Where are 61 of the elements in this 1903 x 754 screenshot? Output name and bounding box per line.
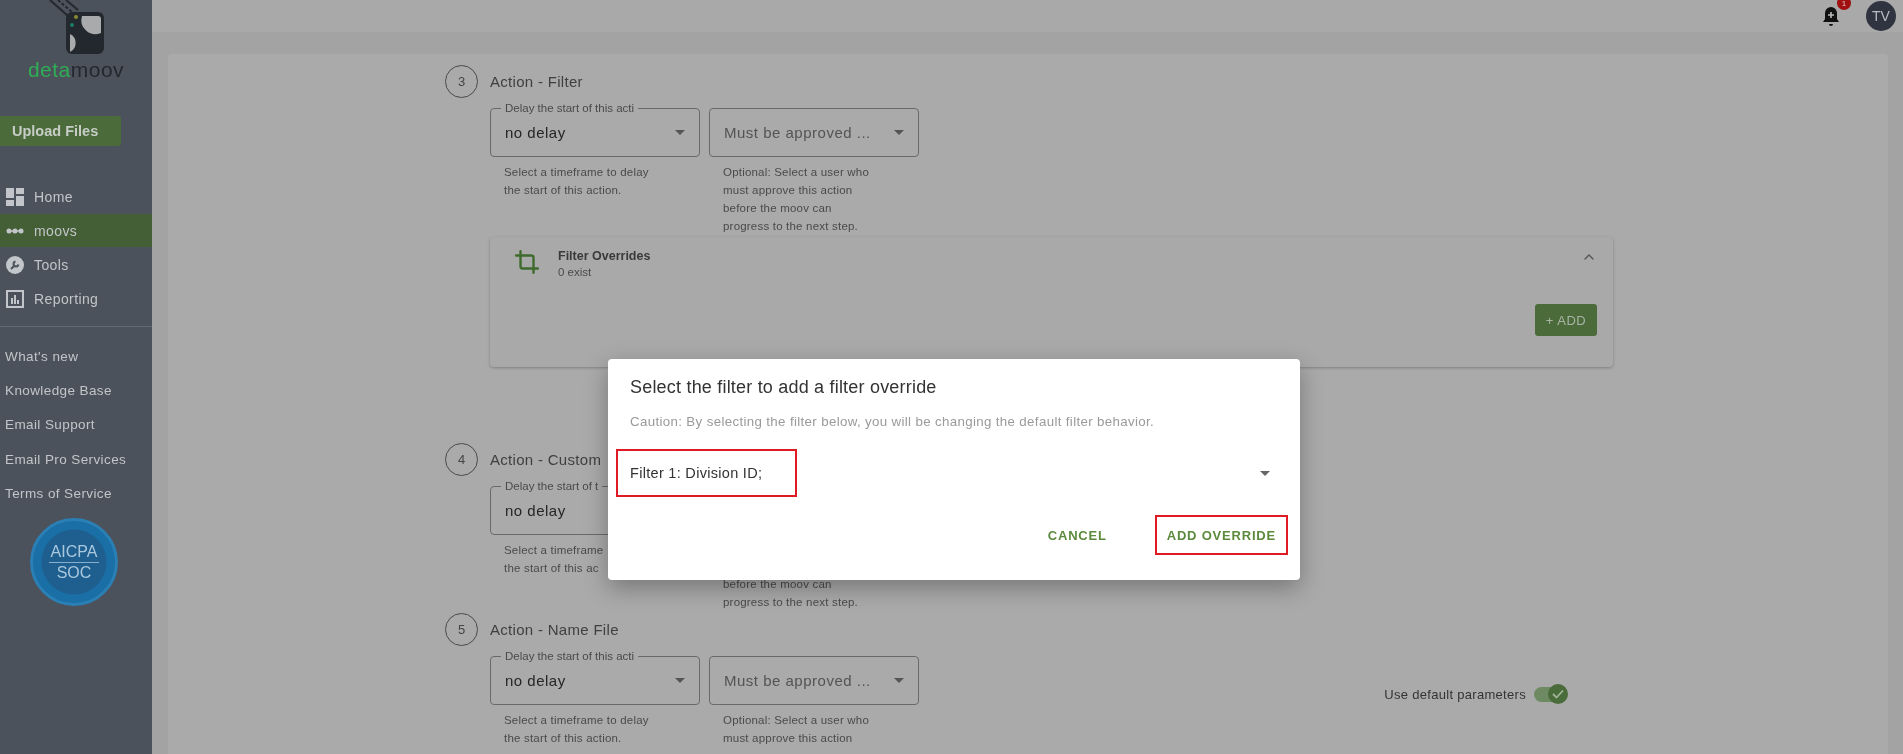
dialog-button[interactable]: ADD OVERRIDE — [1154, 515, 1288, 555]
helper-text: the start of this action. — [504, 731, 623, 746]
helper-text: the start of this action. — [504, 183, 623, 198]
sidebar-link[interactable]: Email Support — [0, 407, 152, 442]
caution-text: Caution: By selecting the filter below, you will be changing the default filter behavior. — [630, 414, 1156, 429]
helper-text: Select a timeframe to delay — [504, 713, 650, 728]
selected-filter: Filter 1: Division ID; — [616, 449, 797, 497]
bar-chart-icon — [6, 289, 24, 308]
helper-text: Select a timeframe to delay — [504, 165, 650, 180]
toggle-label: Use default parameters — [1384, 686, 1526, 702]
helper-text: before the moov can — [723, 577, 833, 592]
notification-count: 1 — [1837, 0, 1851, 10]
grid-icon — [6, 187, 24, 206]
helper-text: Select a timeframe — [504, 543, 605, 558]
sidebar-link[interactable]: Terms of Service — [0, 476, 152, 511]
dialog-button[interactable]: CANCEL — [1035, 515, 1119, 555]
upload-files-button[interactable]: Upload Files — [0, 116, 121, 146]
panel-title: Filter Overrides — [558, 249, 652, 263]
dropdown-arrow-icon — [675, 130, 685, 135]
nav-item[interactable]: moovs — [0, 214, 152, 247]
sidebar-link[interactable]: What's new — [0, 339, 152, 374]
helper-text: Optional: Select a user who — [723, 713, 871, 728]
helper-text: must approve this action — [723, 183, 854, 198]
dropdown-arrow-icon — [1260, 470, 1270, 476]
helper-text: progress to the next step. — [723, 219, 859, 234]
helper-text: the start of this ac — [504, 561, 600, 576]
nav-item[interactable]: Tools — [0, 248, 152, 281]
sidebar-link[interactable]: Knowledge Base — [0, 373, 152, 408]
sidebar-link[interactable]: Email Pro Services — [0, 441, 152, 477]
field-label: Delay the start of this acti — [501, 649, 639, 663]
badge-text: SOC — [56, 564, 92, 582]
helper-text: Optional: Select a user who — [723, 165, 871, 180]
nav-label: Home — [34, 188, 73, 205]
step-title: Action - Filter — [490, 72, 583, 90]
add-button[interactable]: + ADD — [1535, 304, 1597, 336]
override-count: 0 exist — [558, 266, 593, 278]
nav-label: Reporting — [34, 290, 99, 307]
wrench-icon — [6, 255, 24, 274]
default-parameters-switch[interactable] — [1532, 684, 1568, 704]
field-label: Delay the start of t — [501, 479, 603, 493]
dots-icon — [6, 227, 24, 234]
nav-label: moovs — [34, 222, 78, 239]
crop-icon — [514, 249, 540, 275]
approver-select[interactable]: Must be approved ... — [709, 656, 919, 705]
dropdown-arrow-icon — [894, 678, 904, 683]
dialog-title: Select the filter to add a filter override — [630, 377, 938, 398]
nav-item[interactable]: Home — [0, 180, 152, 213]
helper-text: progress to the next step. — [723, 595, 859, 610]
field-label: Delay the start of this acti — [501, 101, 639, 115]
helper-text: must approve this action — [723, 731, 854, 746]
nav-item[interactable]: Reporting — [0, 282, 152, 315]
step-title: Action - Custom — [490, 450, 602, 468]
user-avatar[interactable]: TV — [1866, 1, 1896, 31]
approver-select[interactable]: Must be approved ... — [709, 108, 919, 157]
nav-label: Tools — [34, 256, 69, 273]
badge-text: AICPA — [48, 543, 100, 563]
bell-icon[interactable] — [1820, 5, 1842, 27]
dropdown-arrow-icon — [894, 130, 904, 135]
helper-text: before the moov can — [723, 201, 833, 216]
dropdown-arrow-icon — [675, 678, 685, 683]
step-title: Action - Name File — [490, 620, 619, 638]
